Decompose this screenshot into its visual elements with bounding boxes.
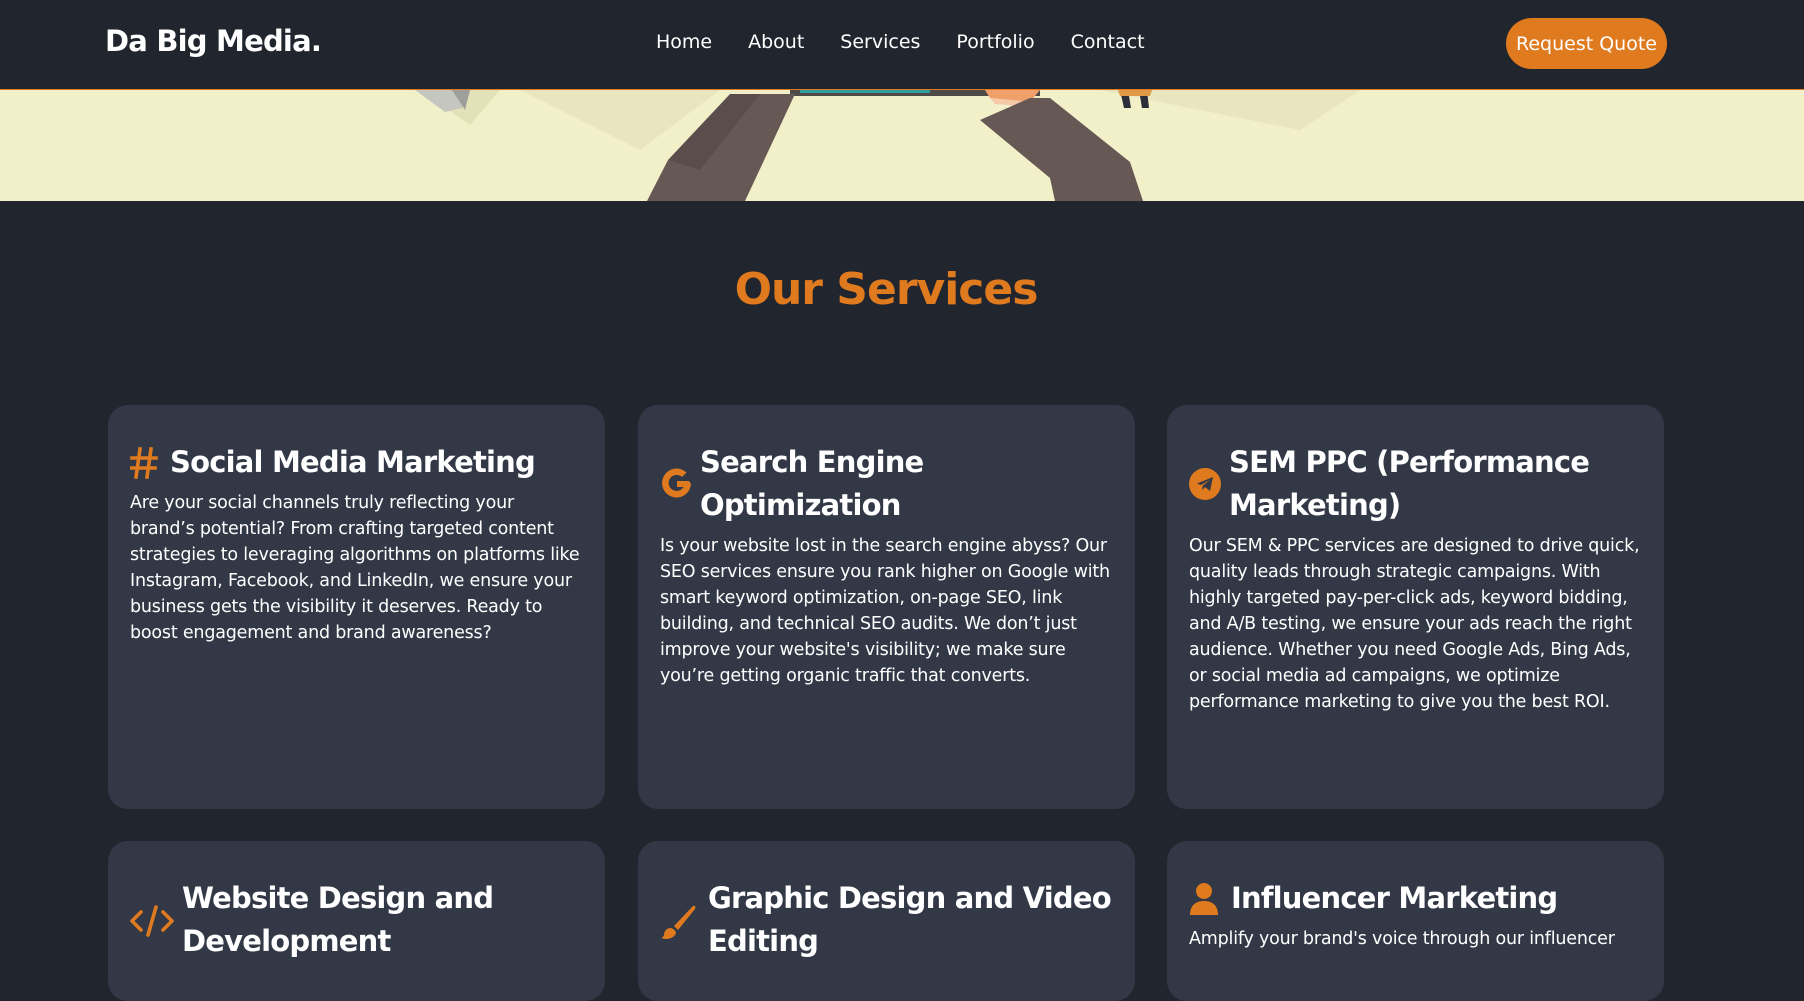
hero-illustration-art [415,90,1360,201]
card-title: Graphic Design and Video Editing [708,881,1112,958]
navbar: Da Big Media. Home About Services Portfo… [0,0,1804,90]
service-card-graphic-design[interactable]: Graphic Design and Video Editing [638,841,1135,1001]
service-card-influencer[interactable]: Influencer Marketing Amplify your brand'… [1167,841,1664,1001]
card-header: Website Design and Development [130,877,583,963]
paintbrush-icon [660,901,706,941]
nav-link-services[interactable]: Services [840,31,920,53]
service-card-web-design[interactable]: Website Design and Development [108,841,605,1001]
card-title: Search Engine Optimization [700,445,924,522]
card-header: Influencer Marketing [1189,877,1642,920]
nav-link-contact[interactable]: Contact [1071,31,1145,53]
section-title: Our Services [734,264,1039,315]
card-description: Is your website lost in the search engin… [660,536,1110,686]
card-header: Graphic Design and Video Editing [660,877,1113,963]
card-title: SEM PPC (Performance Marketing) [1229,445,1590,522]
card-header: Social Media Marketing [130,441,583,484]
nav-link-home[interactable]: Home [656,31,712,53]
card-title: Social Media Marketing [170,445,536,479]
card-title: Influencer Marketing [1231,881,1558,915]
card-description: Amplify your brand's voice through our i… [1189,929,1615,949]
hashtag-icon [130,443,168,483]
google-icon [660,464,698,504]
card-header: SEM PPC (Performance Marketing) [1189,441,1642,527]
brand-logo[interactable]: Da Big Media. [105,24,322,58]
card-description: Our SEM & PPC services are designed to d… [1189,536,1640,712]
user-icon [1189,879,1229,919]
service-card-sem-ppc[interactable]: SEM PPC (Performance Marketing) Our SEM … [1167,405,1664,809]
card-header: Search Engine Optimization [660,441,1113,527]
code-icon [130,901,180,941]
service-card-seo[interactable]: Search Engine Optimization Is your websi… [638,405,1135,809]
request-quote-button[interactable]: Request Quote [1506,18,1667,69]
card-description: Are your social channels truly reflectin… [130,493,580,643]
nav-link-portfolio[interactable]: Portfolio [956,31,1034,53]
nav-links: Home About Services Portfolio Contact [656,31,1181,53]
nav-link-about[interactable]: About [748,31,804,53]
card-title: Website Design and Development [182,881,494,958]
hero-illustration [0,90,1804,201]
service-card-social-media[interactable]: Social Media Marketing Are your social c… [108,405,605,809]
telegram-icon [1189,464,1227,504]
